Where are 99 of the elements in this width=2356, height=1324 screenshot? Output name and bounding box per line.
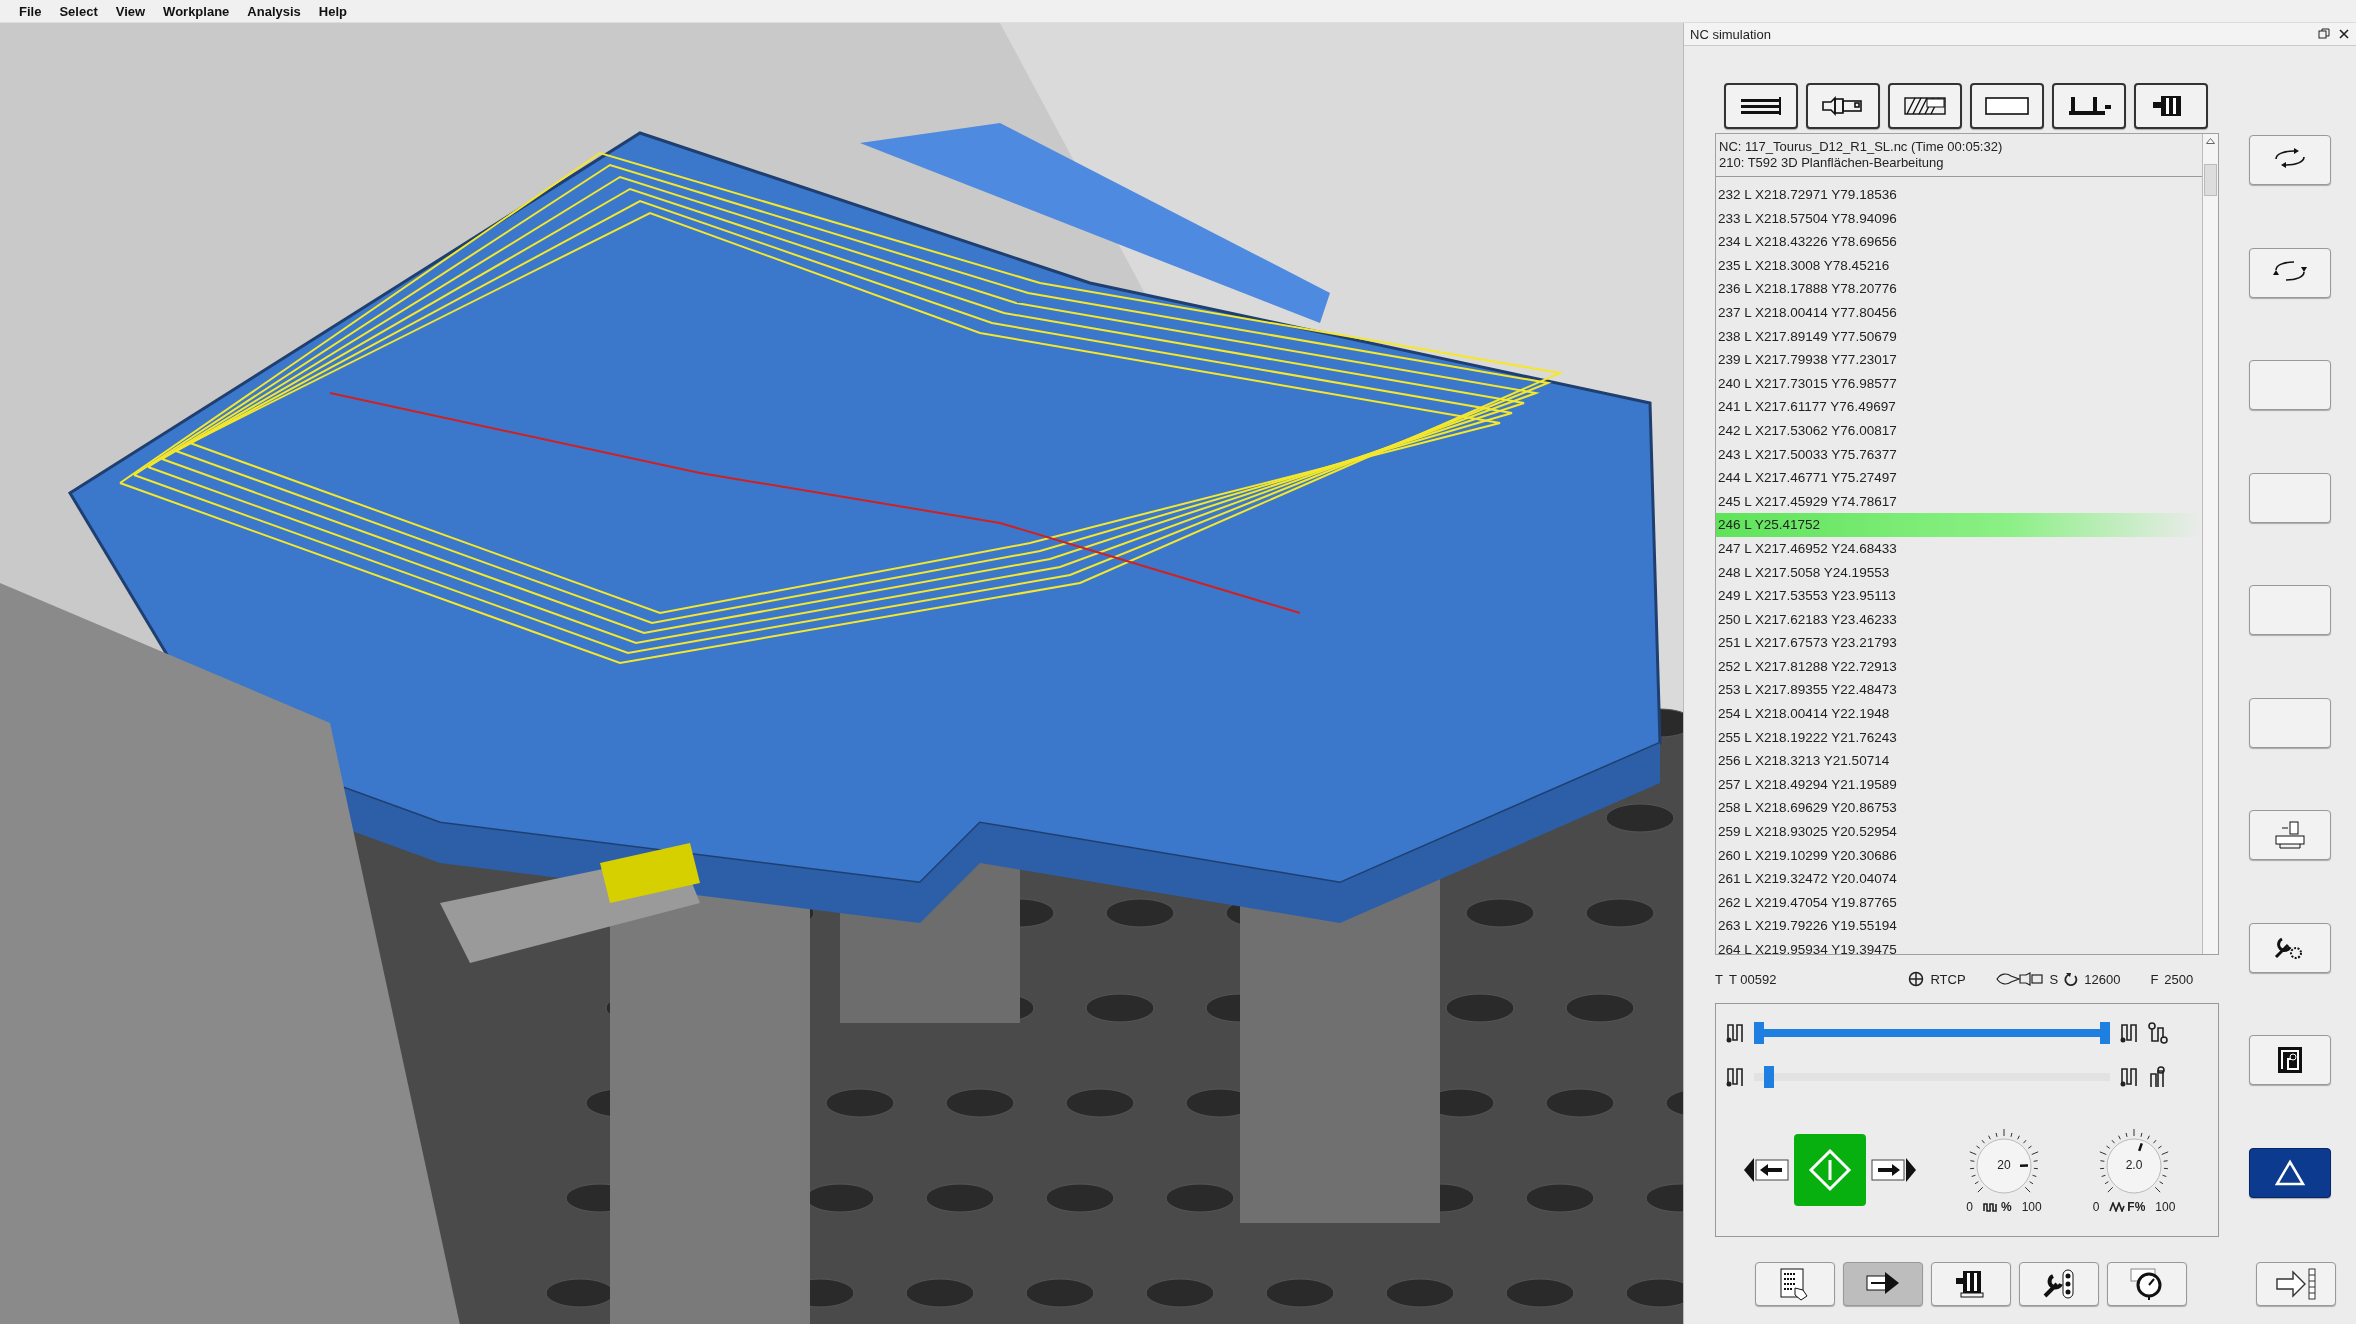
nc-code-line[interactable]: 250 L X217.62183 Y23.46233 [1716,607,2202,632]
toolbar-button[interactable] [1806,83,1880,129]
nc-code-line[interactable]: 242 L X217.53062 Y76.00817 [1716,418,2202,443]
blank-button[interactable] [2249,585,2331,635]
dial-min: 0 [2092,1200,2100,1214]
nc-code-line[interactable]: 257 L X218.49294 Y21.19589 [1716,772,2202,797]
rotate-arrow-icon [2064,971,2079,987]
side-button[interactable] [2249,135,2331,185]
nc-code-line[interactable]: 262 L X219.47054 Y19.87765 [1716,890,2202,915]
nc-code-line[interactable]: 247 L X217.46952 Y24.68433 [1716,536,2202,561]
tool-number: T 00592 [1728,971,1777,987]
nc-code-line[interactable]: 248 L X217.5058 Y24.19553 [1716,560,2202,585]
path-end-icon[interactable] [2120,1022,2138,1044]
dial-min: 0 [1966,1200,1973,1214]
nc-code-line[interactable]: 260 L X219.10299 Y20.30686 [1716,843,2202,868]
dial-value: 20 [1996,1158,2012,1172]
nc-code-line[interactable]: 236 L X218.17888 Y78.20776 [1716,277,2202,301]
slider-handle[interactable] [2100,1022,2110,1044]
nc-code-line[interactable]: 255 L X218.19222 Y21.76243 [1716,725,2202,750]
blank-button[interactable] [2249,697,2331,748]
program-info: 210: T592 3D Planflächen-Bearbeitung [1719,155,1945,170]
path-back-icon[interactable] [1726,1066,1744,1088]
panel-title: NC simulation [1690,26,1772,42]
nc-code-line[interactable]: 252 L X217.81288 Y22.72913 [1716,654,2202,679]
scrollbar-thumb[interactable] [2204,164,2217,196]
nc-code-line[interactable]: 240 L X217.73015 Y76.98577 [1716,371,2202,396]
close-icon[interactable] [2338,28,2350,40]
side-button[interactable] [2249,922,2331,973]
menu-item[interactable]: Select [50,3,107,19]
toolbar-button[interactable] [1755,1262,1835,1306]
toolbar-button[interactable] [2052,83,2126,129]
nc-code-line[interactable]: 235 L X218.3008 Y78.45216 [1716,253,2202,278]
nc-code-line[interactable]: 241 L X217.61177 Y76.49697 [1716,395,2202,419]
nc-code-line[interactable]: 239 L X217.79938 Y77.23017 [1716,348,2202,372]
toolbar-button[interactable] [2107,1262,2187,1306]
slider-handle[interactable] [1764,1066,1775,1088]
nc-code-line[interactable]: 254 L X218.00414 Y22.1948 [1716,702,2202,726]
program-info: NC: 117_Tourus_D12_R1_SL.nc (Time 00:05:32) [1719,139,2004,154]
rtcp-label: RTCP [1930,971,1966,987]
path-mark-icon[interactable] [2148,1066,2168,1088]
path-start-icon[interactable] [1726,1022,1744,1044]
dial-max: 100 [2021,1200,2042,1214]
nc-code-line[interactable]: 249 L X217.53553 Y23.95113 [1716,584,2202,608]
exit-button[interactable] [2256,1261,2336,1306]
nc-code-line[interactable]: 238 L X217.89149 Y77.50679 [1716,324,2202,349]
toolbar-button[interactable] [2019,1262,2099,1306]
blank-button[interactable] [2249,472,2331,523]
nc-code-line[interactable]: 258 L X218.69629 Y20.86753 [1716,796,2202,821]
scroll-up-icon[interactable] [2206,138,2215,144]
nc-code-line[interactable]: 232 L X218.72971 Y79.18536 [1716,183,2202,207]
nc-code-line[interactable]: 259 L X218.93025 Y20.52954 [1716,820,2202,844]
menu-item[interactable]: Help [309,3,356,19]
dial-label: F% [2127,1200,2146,1214]
dial-value: 2.0 [2124,1158,2144,1172]
feed-rate: 2500 [2164,971,2194,987]
menu-item[interactable]: File [10,3,51,19]
nc-code-line[interactable]: 237 L X218.00414 Y77.80456 [1716,300,2202,325]
tool-label: T [1715,971,1723,987]
start-button[interactable] [1794,1134,1866,1206]
nc-code-line[interactable]: 251 L X217.67573 Y23.21793 [1716,631,2202,655]
spindle-speed: 12600 [2084,971,2121,987]
blank-button[interactable] [2249,360,2331,410]
nc-code-line[interactable]: 261 L X219.32472 Y20.04074 [1716,867,2202,891]
path-points-icon[interactable] [2148,1022,2168,1044]
arrow-into-bar-icon [2273,1265,2319,1302]
diamond-icon [1808,1148,1852,1192]
nc-code-line[interactable]: 234 L X218.43226 Y78.69656 [1716,230,2202,254]
nc-code-line[interactable]: 253 L X217.89355 Y22.48473 [1716,678,2202,703]
dial-max: 100 [2155,1200,2176,1214]
restore-icon[interactable] [2318,28,2330,40]
dial-label: % [2001,1200,2012,1214]
crosshair-circle-icon [1908,971,1925,987]
feed-label: F [2150,971,2159,987]
nc-code-line[interactable]: 245 L X217.45929 Y74.78617 [1716,489,2202,514]
nc-code-line[interactable]: 263 L X219.79226 Y19.55194 [1716,914,2202,938]
menu-item[interactable]: Workplane [154,3,239,19]
side-button[interactable] [2249,1147,2331,1198]
menu-item[interactable]: Analysis [238,3,310,19]
toolbar-button[interactable] [1843,1262,1923,1306]
nc-code-list[interactable] [1715,133,2219,955]
spindle-label: S [2049,971,2059,987]
path-step-icon[interactable] [2120,1066,2138,1088]
spindle-tool-icon [1995,972,2044,986]
toolbar-button[interactable] [2134,83,2208,129]
nc-code-line[interactable]: 233 L X218.57504 Y78.94096 [1716,206,2202,231]
nc-code-line[interactable]: 244 L X217.46771 Y75.27497 [1716,466,2202,490]
nc-code-line[interactable]: 243 L X217.50033 Y75.76377 [1716,442,2202,467]
slider-handle[interactable] [1754,1022,1764,1044]
toolbar-button[interactable] [1888,83,1962,129]
zigzag-icon [2109,1202,2126,1212]
nc-code-line[interactable]: 256 L X218.3213 Y21.50714 [1716,749,2202,773]
wave-icon [1983,1202,1999,1212]
toolbar-button[interactable] [1724,83,1798,129]
menu-item[interactable]: View [106,3,155,19]
nc-code-line[interactable]: 264 L X219.95934 Y19.39475 [1716,938,2202,954]
toolbar-button[interactable] [1970,83,2044,129]
scrollbar[interactable] [2202,134,2218,954]
side-button[interactable] [2249,1035,2331,1085]
toolbar-button[interactable] [1931,1262,2011,1306]
